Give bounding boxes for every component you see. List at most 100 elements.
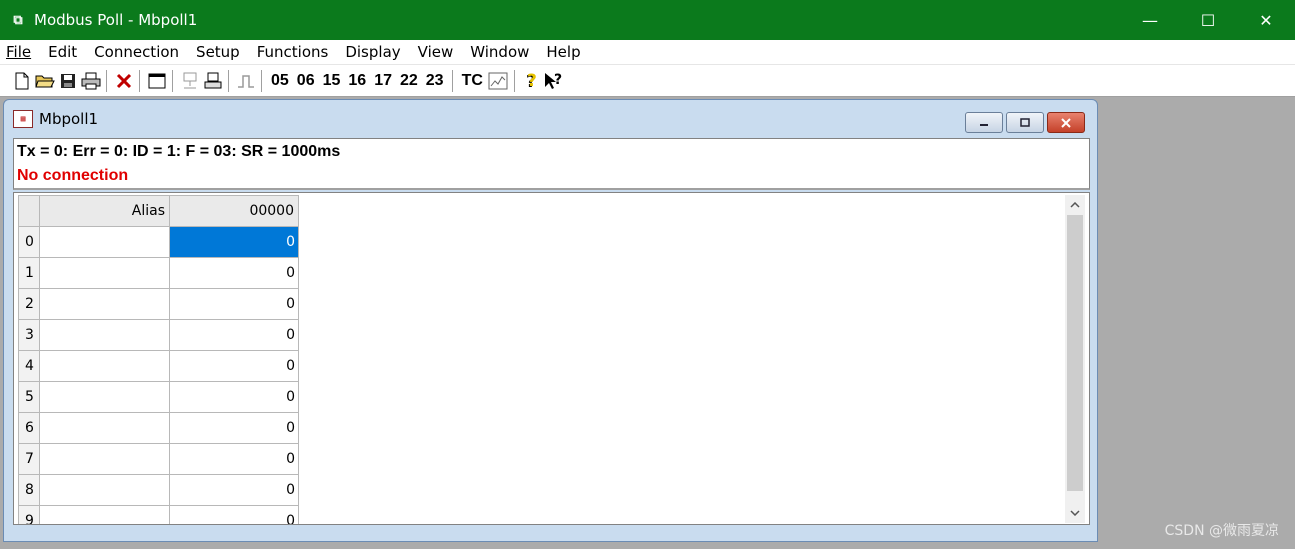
- single-read-icon[interactable]: [234, 69, 257, 93]
- scroll-thumb[interactable]: [1067, 215, 1083, 491]
- row-header[interactable]: 4: [18, 350, 40, 382]
- table-row: 6 0: [18, 412, 299, 444]
- alias-cell[interactable]: [39, 505, 170, 524]
- modbus-poll-icon: ⧉: [13, 12, 23, 28]
- document-icon: ▦: [13, 110, 33, 128]
- menu-display[interactable]: Display: [345, 43, 400, 61]
- alias-cell[interactable]: [39, 257, 170, 289]
- menu-setup-label: Setup: [196, 43, 240, 61]
- row-header[interactable]: 5: [18, 381, 40, 413]
- help-icon[interactable]: ??: [520, 69, 543, 93]
- toolbar-separator: [513, 69, 516, 92]
- alias-cell[interactable]: [39, 350, 170, 382]
- new-file-icon[interactable]: [10, 69, 33, 93]
- menu-window[interactable]: Window: [470, 43, 529, 61]
- alias-cell[interactable]: [39, 412, 170, 444]
- menu-bar: File Edit Connection Setup Functions Dis…: [0, 40, 1295, 65]
- row-header[interactable]: 0: [18, 226, 40, 258]
- alias-cell[interactable]: [39, 381, 170, 413]
- print-icon[interactable]: [79, 69, 102, 93]
- delete-icon[interactable]: [112, 69, 135, 93]
- table-row: 8 0: [18, 474, 299, 506]
- fc-17-button[interactable]: 17: [370, 69, 396, 93]
- register-table: Alias 00000 0 0 1 0 2 0 3 0 4 0 5 0 6 0 …: [18, 195, 299, 524]
- menu-view[interactable]: View: [418, 43, 454, 61]
- value-cell[interactable]: 0: [169, 412, 299, 444]
- alias-cell[interactable]: [39, 319, 170, 351]
- child-minimize-button[interactable]: [965, 112, 1003, 133]
- row-header[interactable]: 6: [18, 412, 40, 444]
- row-header[interactable]: 7: [18, 443, 40, 475]
- disconnect-icon[interactable]: [201, 69, 224, 93]
- svg-text:?: ?: [527, 71, 537, 91]
- child-close-button[interactable]: [1047, 112, 1085, 133]
- tc-button[interactable]: TC: [458, 69, 487, 93]
- grid-corner: [18, 195, 40, 227]
- row-header[interactable]: 8: [18, 474, 40, 506]
- app-title: Modbus Poll - Mbpoll1: [34, 11, 198, 29]
- connection-status: No connection: [17, 167, 129, 184]
- fc-16-button[interactable]: 16: [344, 69, 370, 93]
- value-cell[interactable]: 0: [169, 474, 299, 506]
- scroll-down-icon[interactable]: [1065, 503, 1085, 523]
- chart-icon[interactable]: [487, 69, 510, 93]
- register-grid: Alias 00000 0 0 1 0 2 0 3 0 4 0 5 0 6 0 …: [13, 192, 1090, 525]
- row-header[interactable]: 9: [18, 505, 40, 524]
- menu-connection[interactable]: Connection: [94, 43, 179, 61]
- menu-edit-label: Edit: [48, 43, 78, 61]
- toolbar: 05 06 15 16 17 22 23 TC ?? ?: [0, 65, 1295, 97]
- column-header-alias[interactable]: Alias: [39, 195, 170, 227]
- menu-view-label: View: [417, 43, 454, 61]
- row-header[interactable]: 3: [18, 319, 40, 351]
- fc-22-button[interactable]: 22: [396, 69, 422, 93]
- menu-edit[interactable]: Edit: [48, 43, 77, 61]
- value-cell[interactable]: 0: [169, 381, 299, 413]
- alias-cell[interactable]: [39, 474, 170, 506]
- scroll-up-icon[interactable]: [1065, 195, 1085, 215]
- row-header[interactable]: 2: [18, 288, 40, 320]
- value-cell[interactable]: 0: [169, 257, 299, 289]
- menu-functions[interactable]: Functions: [257, 43, 329, 61]
- minimize-button[interactable]: —: [1121, 0, 1179, 40]
- alias-cell[interactable]: [39, 288, 170, 320]
- alias-cell[interactable]: [39, 443, 170, 475]
- menu-file-label: File: [6, 43, 32, 61]
- menu-setup[interactable]: Setup: [196, 43, 240, 61]
- fc-23-button[interactable]: 23: [422, 69, 448, 93]
- fc-15-button[interactable]: 15: [319, 69, 345, 93]
- value-cell[interactable]: 0: [169, 226, 299, 258]
- table-row: 0 0: [18, 226, 299, 258]
- svg-text:?: ?: [554, 72, 562, 88]
- row-header[interactable]: 1: [18, 257, 40, 289]
- toolbar-separator: [261, 69, 263, 92]
- toolbar-separator: [451, 69, 454, 92]
- value-cell[interactable]: 0: [169, 505, 299, 524]
- column-header-address[interactable]: 00000: [169, 195, 299, 227]
- table-row: 5 0: [18, 381, 299, 413]
- close-button[interactable]: ✕: [1237, 0, 1295, 40]
- toolbar-separator: [139, 69, 141, 92]
- open-folder-icon[interactable]: [33, 69, 56, 93]
- menu-connection-label: Connection: [94, 43, 180, 61]
- alias-cell[interactable]: [39, 226, 170, 258]
- child-maximize-button[interactable]: [1006, 112, 1044, 133]
- status-panel: Tx = 0: Err = 0: ID = 1: F = 03: SR = 10…: [13, 138, 1090, 190]
- window-icon[interactable]: [145, 69, 168, 93]
- value-cell[interactable]: 0: [169, 319, 299, 351]
- toolbar-separator: [172, 69, 174, 92]
- fc-06-button[interactable]: 06: [293, 69, 319, 93]
- menu-help[interactable]: Help: [546, 43, 580, 61]
- table-row: 3 0: [18, 319, 299, 351]
- vertical-scrollbar[interactable]: [1065, 195, 1085, 523]
- value-cell[interactable]: 0: [169, 350, 299, 382]
- context-help-icon[interactable]: ?: [543, 69, 566, 93]
- fc-05-button[interactable]: 05: [267, 69, 293, 93]
- maximize-button[interactable]: ☐: [1179, 0, 1237, 40]
- connect-icon[interactable]: [178, 69, 201, 93]
- menu-file[interactable]: File: [6, 43, 31, 61]
- table-row: 7 0: [18, 443, 299, 475]
- save-icon[interactable]: [56, 69, 79, 93]
- value-cell[interactable]: 0: [169, 443, 299, 475]
- table-row: 2 0: [18, 288, 299, 320]
- value-cell[interactable]: 0: [169, 288, 299, 320]
